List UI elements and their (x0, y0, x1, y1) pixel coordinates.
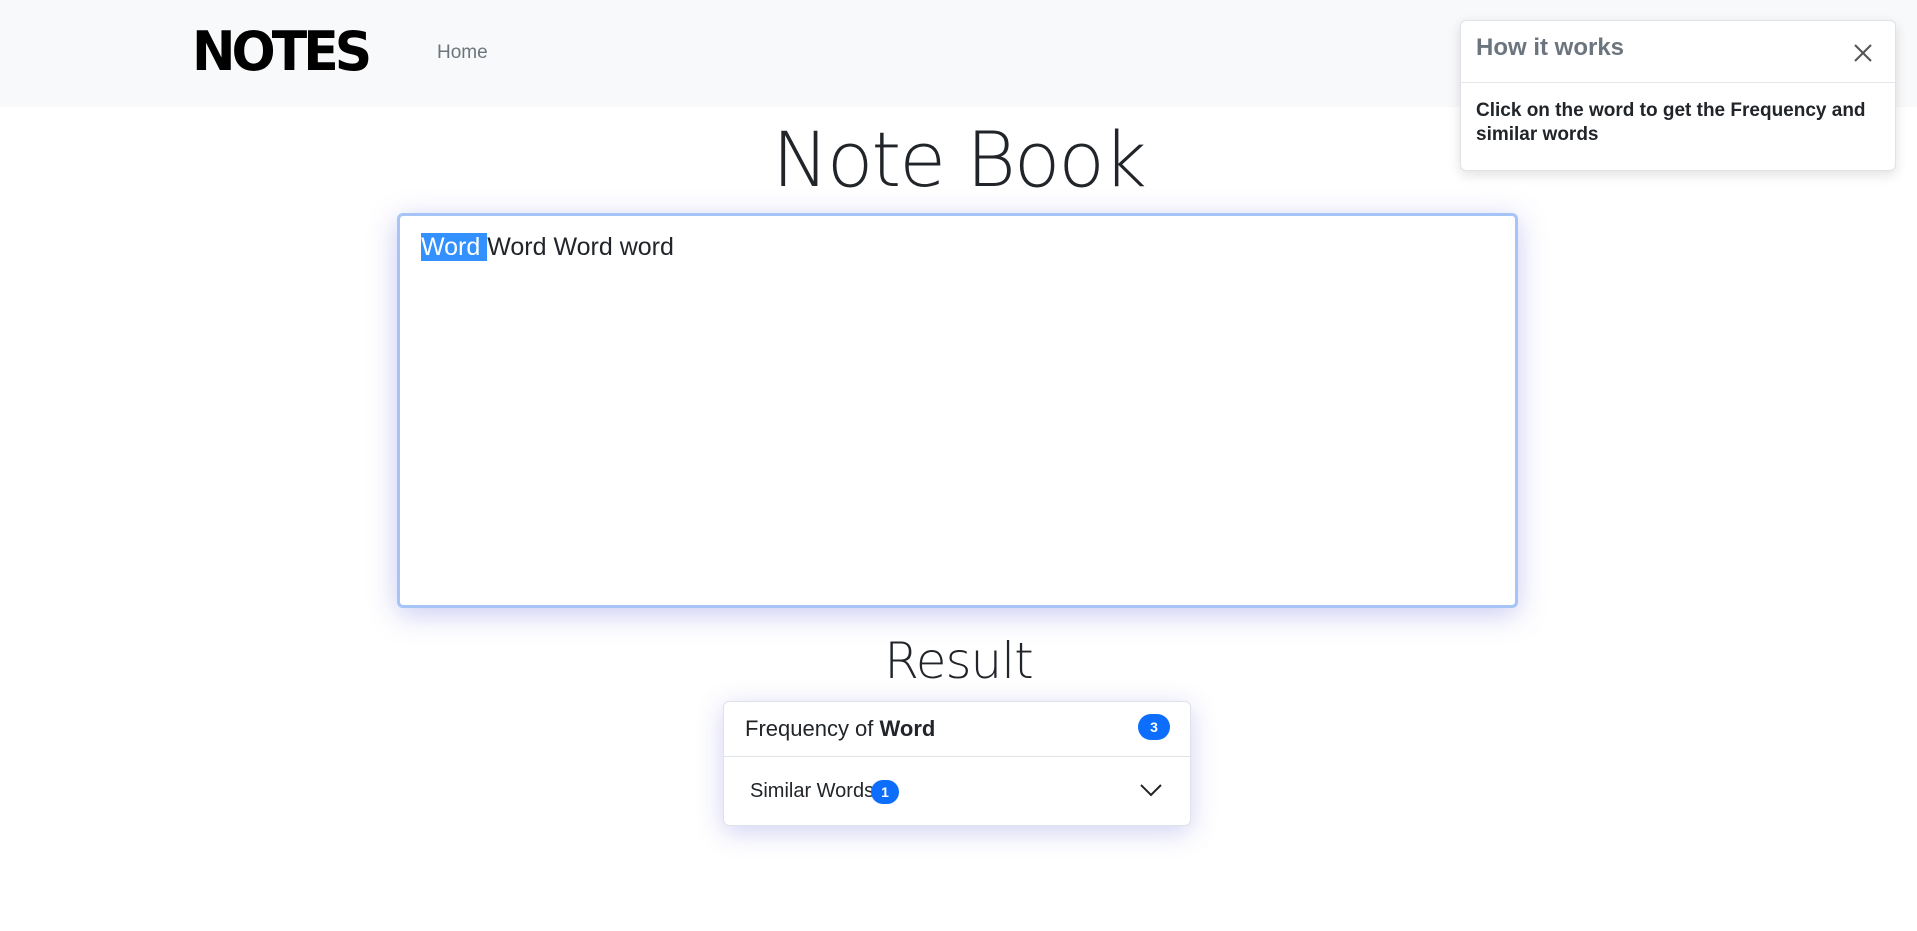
note-word[interactable]: word (620, 233, 674, 261)
result-card: Frequency of Word 3 Similar Words 1 (723, 701, 1191, 826)
result-title: Result (884, 632, 1034, 690)
note-text: Word Word Word word (421, 230, 674, 264)
similar-words-label: Similar Words (750, 780, 875, 802)
toast-header: How it works (1461, 21, 1895, 83)
chevron-down-icon[interactable] (1138, 780, 1164, 800)
similar-words-accordion[interactable]: Similar Words 1 (724, 758, 1190, 826)
page-title: Note Book (772, 115, 1147, 204)
frequency-count-badge: 3 (1138, 714, 1170, 740)
frequency-label: Frequency of Word (745, 716, 935, 742)
note-word[interactable]: Word (553, 233, 612, 261)
nav-link-home[interactable]: Home (437, 42, 488, 64)
similar-count-badge: 1 (871, 780, 899, 804)
note-word-selected[interactable]: Word (421, 233, 481, 261)
note-textarea[interactable]: Word Word Word word (397, 213, 1518, 608)
toast-title: How it works (1476, 34, 1625, 61)
brand-logo[interactable]: NOTES (192, 21, 372, 84)
frequency-word: Word (879, 716, 936, 741)
note-word[interactable]: Word (487, 233, 546, 261)
frequency-row: Frequency of Word 3 (724, 702, 1190, 757)
close-icon[interactable] (1847, 37, 1877, 67)
frequency-prefix: Frequency of (745, 716, 880, 741)
